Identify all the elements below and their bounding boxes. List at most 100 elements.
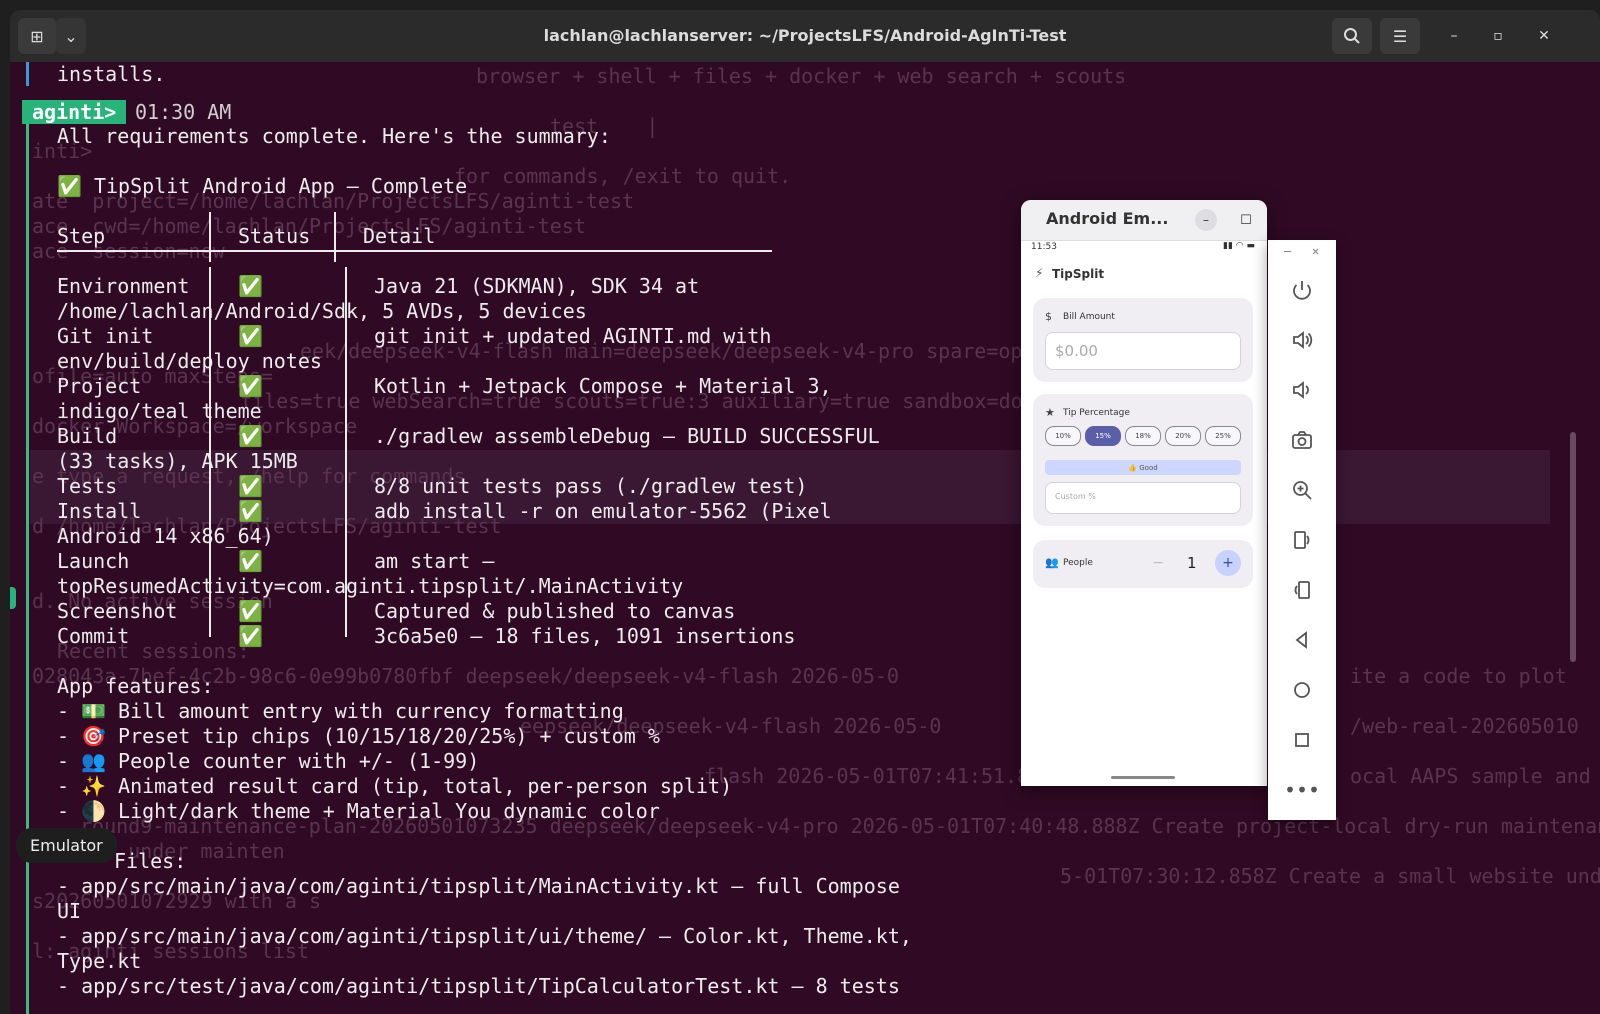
zoom-icon[interactable] — [1268, 470, 1336, 510]
ghost-text: /web-real-202605010 — [1350, 714, 1579, 738]
rotate-right-icon[interactable] — [1268, 570, 1336, 610]
table-divider — [209, 212, 211, 262]
list-item: - ✨ Animated result card (tip, total, pe… — [57, 774, 733, 798]
bill-label: Bill Amount — [1063, 312, 1115, 322]
tip-chip-20[interactable]: 20% — [1165, 426, 1201, 446]
ghost-text: browser + shell + files + docker + web s… — [476, 64, 1127, 88]
table-row: Commit — [57, 624, 130, 648]
maximize-button[interactable]: ▫ — [1486, 24, 1510, 48]
ghost-text: 5-01T07:30:12.858Z Create a small websit… — [1060, 864, 1600, 888]
table-row: Install — [57, 499, 142, 523]
bill-placeholder: $0.00 — [1055, 342, 1098, 360]
overview-icon[interactable] — [1268, 720, 1336, 760]
tip-label: Tip Percentage — [1063, 408, 1130, 418]
status-check-icon: ✅ — [238, 549, 263, 573]
table-cell: Kotlin + Jetpack Compose + Material 3, — [374, 374, 832, 398]
people-card: 👥 People − 1 + — [1033, 540, 1253, 588]
bill-amount-input[interactable]: $0.00 — [1045, 332, 1241, 370]
status-check-icon: ✅ — [238, 599, 263, 623]
table-cell: am start — — [374, 549, 495, 573]
emulator-window[interactable]: Android Em... – ☐ 11:53 ▮▮ ◠ ▬ ⚡ TipSpli… — [1021, 200, 1267, 786]
emulator-maximize-button[interactable]: ☐ — [1235, 209, 1257, 231]
back-icon[interactable] — [1268, 620, 1336, 660]
table-cell: env/build/deploy notes — [57, 349, 322, 373]
emulator-title-bar[interactable]: Android Em... – ☐ — [1021, 200, 1267, 241]
home-icon[interactable] — [1268, 670, 1336, 710]
emulator-toolbar: – ✕ ••• — [1268, 240, 1336, 820]
tip-rating-badge: 👍 Good — [1045, 460, 1241, 475]
custom-tip-input[interactable]: Custom % — [1045, 482, 1241, 514]
volume-up-icon[interactable] — [1268, 320, 1336, 360]
status-check-icon: ✅ — [238, 424, 263, 448]
table-row: Screenshot — [57, 599, 178, 623]
power-icon[interactable] — [1268, 270, 1336, 310]
home-indicator[interactable] — [1111, 776, 1175, 779]
title-bar: ⊞ ⌄ lachlan@lachlanserver: ~/ProjectsLFS… — [10, 10, 1600, 62]
table-cell: Android 14 x86_64) — [57, 524, 274, 548]
scrollbar[interactable] — [1570, 432, 1576, 662]
status-check-icon: ✅ — [238, 499, 263, 523]
custom-placeholder: Custom % — [1055, 492, 1096, 501]
list-item: - app/src/main/java/com/aginti/tipsplit/… — [57, 924, 912, 948]
prompt-label: aginti> — [22, 100, 127, 124]
table-cell: indigo/teal theme — [57, 399, 262, 423]
decrement-button[interactable]: − — [1145, 550, 1171, 576]
tip-chip-25[interactable]: 25% — [1205, 426, 1241, 446]
tip-chip-18[interactable]: 18% — [1125, 426, 1161, 446]
people-icon: 👥 — [1045, 556, 1059, 569]
status-check-icon: ✅ — [238, 274, 263, 298]
camera-icon[interactable] — [1268, 420, 1336, 460]
toolbar-minimize-button[interactable]: – — [1284, 244, 1291, 258]
table-cell: 8/8 unit tests pass (./gradlew test) — [374, 474, 808, 498]
list-item: - 💵 Bill amount entry with currency form… — [57, 699, 624, 723]
emulator-minimize-button[interactable]: – — [1195, 209, 1217, 231]
table-header-detail: Detail — [363, 224, 436, 248]
status-check-icon: ✅ — [238, 624, 263, 648]
tip-card: ★ Tip Percentage 10% 15% 18% 20% 25% 👍 G… — [1033, 394, 1253, 526]
increment-button[interactable]: + — [1215, 550, 1241, 576]
people-label: People — [1063, 558, 1093, 568]
bill-card: $ Bill Amount $0.00 — [1033, 298, 1253, 382]
ghost-text: ocal AAPS sample and — [1350, 764, 1591, 788]
close-button[interactable]: ✕ — [1532, 24, 1556, 48]
scroll-marker — [10, 587, 16, 609]
table-cell: Java 21 (SDKMAN), SDK 34 at — [374, 274, 700, 298]
list-item: - 👥 People counter with +/- (1-99) — [57, 749, 480, 773]
status-check-icon: ✅ — [238, 374, 263, 398]
table-cell: topResumedActivity=com.aginti.tipsplit/.… — [57, 574, 684, 598]
search-icon[interactable] — [1332, 18, 1372, 54]
message-bar — [26, 62, 29, 86]
files-title: Files: — [114, 849, 187, 873]
volume-down-icon[interactable] — [1268, 370, 1336, 410]
people-count: 1 — [1187, 554, 1197, 572]
table-row: Tests — [57, 474, 118, 498]
table-cell: /home/lachlan/Android/Sdk, 5 AVDs, 5 dev… — [57, 299, 587, 323]
terminal-line: All requirements complete. Here's the su… — [57, 124, 611, 148]
table-row: Build — [57, 424, 118, 448]
list-item: - app/src/test/java/com/aginti/tipsplit/… — [57, 974, 900, 998]
tip-chip-15[interactable]: 15% — [1085, 426, 1121, 446]
table-divider — [57, 250, 772, 252]
minimize-button[interactable]: – — [1442, 24, 1466, 48]
app-title: TipSplit — [1052, 267, 1105, 281]
terminal-content[interactable]: browser + shell + files + docker + web s… — [10, 62, 1600, 1014]
table-cell: ./gradlew assembleDebug — BUILD SUCCESSF… — [374, 424, 880, 448]
menu-icon[interactable]: ☰ — [1380, 18, 1420, 54]
message-bar — [26, 124, 29, 1014]
ghost-text: ite a code to plot — [1350, 664, 1567, 688]
tip-chip-10[interactable]: 10% — [1045, 426, 1081, 446]
star-icon: ★ — [1045, 406, 1055, 419]
table-cell: git init + updated AGINTI.md with — [374, 324, 772, 348]
rotate-left-icon[interactable] — [1268, 520, 1336, 560]
status-time: 11:53 — [1031, 242, 1057, 252]
list-item: - app/src/main/java/com/aginti/tipsplit/… — [57, 874, 900, 898]
terminal-line: ✅ TipSplit Android App — Complete — [57, 174, 468, 198]
more-icon[interactable]: ••• — [1268, 770, 1336, 810]
table-cell: adb install -r on emulator-5562 (Pixel — [374, 499, 832, 523]
toolbar-close-button[interactable]: ✕ — [1312, 244, 1319, 258]
table-header-status: Status — [238, 224, 311, 248]
table-row: Project — [57, 374, 142, 398]
status-check-icon: ✅ — [238, 324, 263, 348]
table-header-step: Step — [57, 224, 106, 248]
bolt-icon: ⚡ — [1035, 266, 1044, 280]
